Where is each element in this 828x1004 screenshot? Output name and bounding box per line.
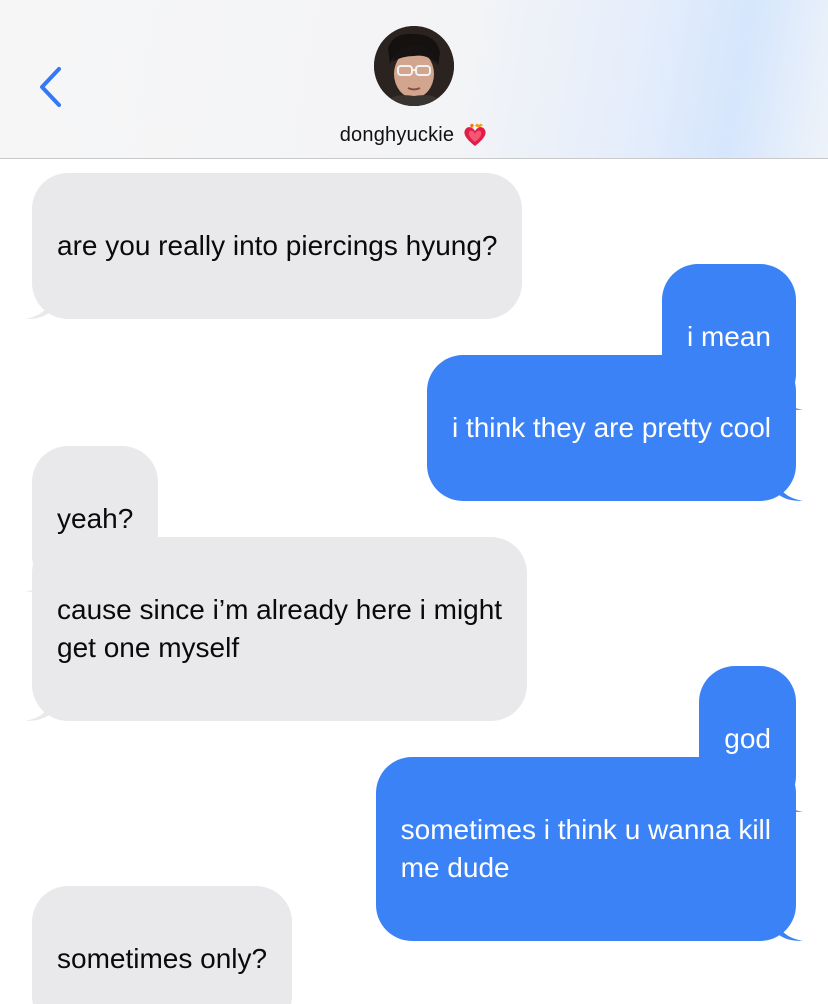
contact-name-row[interactable]: donghyuckie	[0, 122, 828, 148]
bubble-tail	[25, 297, 51, 319]
bubble-tail	[777, 479, 803, 501]
contact-name: donghyuckie	[339, 123, 455, 146]
conversation-header: donghyuckie	[0, 0, 828, 159]
message-text: god	[724, 723, 771, 754]
back-button[interactable]	[28, 62, 72, 112]
received-message[interactable]: cause since i’m already here i might get…	[25, 537, 528, 721]
message-text: sometimes only?	[57, 943, 268, 974]
received-message[interactable]: sometimes only?	[32, 886, 293, 1004]
bubble-tail	[25, 699, 51, 721]
contact-avatar[interactable]	[374, 26, 454, 106]
message-text: are you really into piercings hyung?	[57, 230, 498, 261]
heart-on-fire-icon	[464, 123, 486, 146]
bubble-tail	[777, 919, 803, 941]
message-text: cause since i’m already here i might get…	[57, 594, 503, 663]
message-text: i mean	[686, 321, 771, 352]
message-text: i think they are pretty cool	[451, 412, 771, 443]
sent-message[interactable]: sometimes i think u wanna kill me dude	[375, 757, 803, 941]
sent-message[interactable]: i think they are pretty cool	[426, 355, 803, 501]
chevron-left-icon[interactable]	[37, 65, 63, 109]
received-message[interactable]: are you really into piercings hyung?	[25, 173, 523, 319]
message-text: yeah?	[57, 503, 134, 534]
message-text: sometimes i think u wanna kill me dude	[400, 814, 771, 883]
